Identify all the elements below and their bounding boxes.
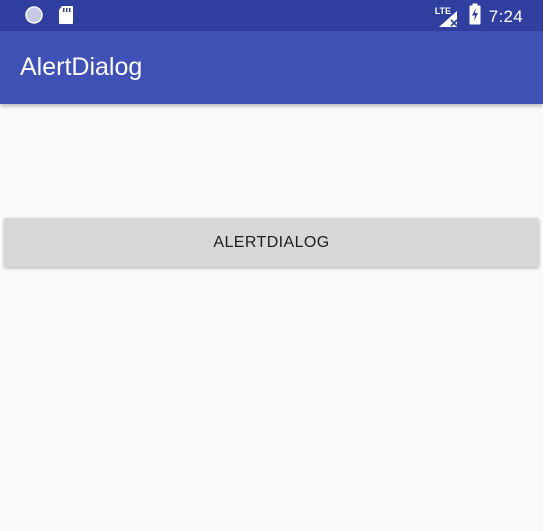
alertdialog-button[interactable]: ALERTDIALOG bbox=[4, 218, 539, 267]
sd-card-icon bbox=[58, 5, 74, 30]
status-right-icons: LTE 7:24 bbox=[435, 3, 523, 30]
signal-icon: LTE bbox=[435, 5, 461, 29]
circle-icon bbox=[24, 5, 44, 30]
status-time: 7:24 bbox=[488, 6, 523, 26]
status-left-icons bbox=[24, 5, 74, 30]
app-bar: AlertDialog bbox=[0, 31, 543, 104]
status-bar: LTE 7:24 bbox=[0, 0, 543, 31]
battery-charging-icon bbox=[469, 3, 481, 30]
screen-edge bbox=[543, 0, 547, 531]
app-title: AlertDialog bbox=[20, 53, 143, 81]
app-screen: LTE 7:24 AlertDialog ALERTDIALOG bbox=[0, 0, 543, 531]
